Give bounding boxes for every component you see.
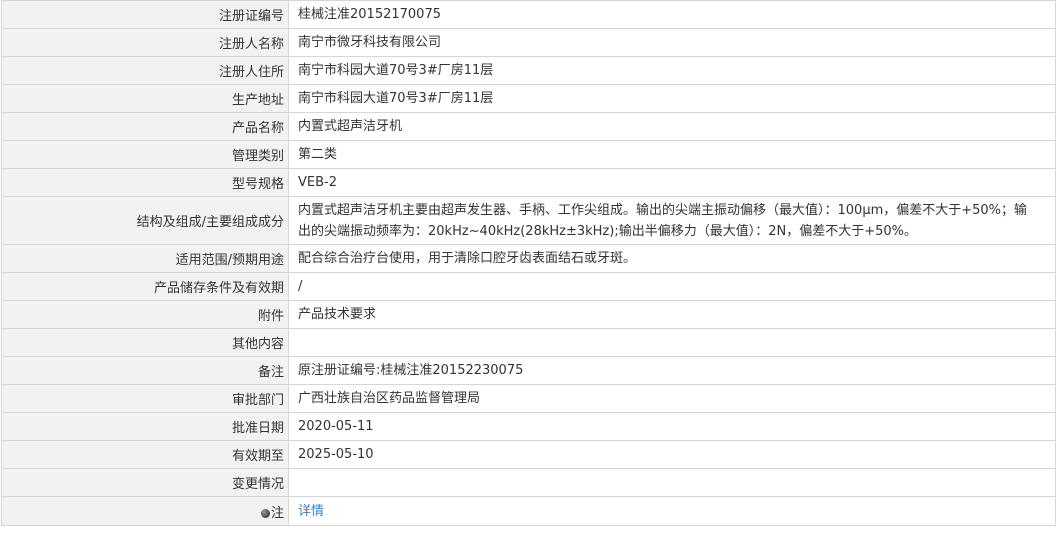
row-other-content: 其他内容	[1, 328, 1056, 357]
row-value: 2020-05-11	[288, 412, 1056, 441]
row-value: 2025-05-10	[288, 440, 1056, 469]
row-attachment: 附件 产品技术要求	[1, 300, 1056, 329]
row-change-status: 变更情况	[1, 468, 1056, 497]
row-label: 型号规格	[1, 168, 289, 197]
row-label: 注册人名称	[1, 28, 289, 57]
row-value: 原注册证编号:桂械注准20152230075	[288, 356, 1056, 385]
row-value	[288, 468, 1056, 497]
row-label: 附件	[1, 300, 289, 329]
row-storage-validity: 产品储存条件及有效期 /	[1, 272, 1056, 301]
row-label: 产品名称	[1, 112, 289, 141]
row-label: 产品储存条件及有效期	[1, 272, 289, 301]
row-label: 生产地址	[1, 84, 289, 113]
row-value-cell: 详情	[288, 496, 1056, 526]
row-value: VEB-2	[288, 168, 1056, 197]
row-structure-composition: 结构及组成/主要组成成分 内置式超声洁牙机主要由超声发生器、手柄、工作尖组成。输…	[1, 196, 1056, 245]
row-approval-department: 审批部门 广西壮族自治区药品监督管理局	[1, 384, 1056, 413]
row-label: 有效期至	[1, 440, 289, 469]
row-label: 审批部门	[1, 384, 289, 413]
row-valid-until: 有效期至 2025-05-10	[1, 440, 1056, 469]
row-value: 配合综合治疗台使用，用于清除口腔牙齿表面结石或牙斑。	[288, 244, 1056, 273]
row-registrant-address: 注册人住所 南宁市科园大道70号3#厂房11层	[1, 56, 1056, 85]
row-label: 管理类别	[1, 140, 289, 169]
row-intended-use: 适用范围/预期用途 配合综合治疗台使用，用于清除口腔牙齿表面结石或牙斑。	[1, 244, 1056, 273]
row-value: 内置式超声洁牙机主要由超声发生器、手柄、工作尖组成。输出的尖端主振动偏移（最大值…	[288, 196, 1056, 245]
row-value	[288, 328, 1056, 357]
row-value: 南宁市微牙科技有限公司	[288, 28, 1056, 57]
details-link[interactable]: 详情	[298, 504, 324, 519]
row-label: 其他内容	[1, 328, 289, 357]
row-registrant-name: 注册人名称 南宁市微牙科技有限公司	[1, 28, 1056, 57]
row-label: 注册人住所	[1, 56, 289, 85]
row-label: 注	[270, 505, 284, 521]
row-label: 备注	[1, 356, 289, 385]
row-product-name: 产品名称 内置式超声洁牙机	[1, 112, 1056, 141]
row-value: /	[288, 272, 1056, 301]
row-value: 南宁市科园大道70号3#厂房11层	[288, 56, 1056, 85]
row-remarks: 备注 原注册证编号:桂械注准20152230075	[1, 356, 1056, 385]
row-management-category: 管理类别 第二类	[1, 140, 1056, 169]
row-label: 注册证编号	[1, 0, 289, 29]
row-value: 第二类	[288, 140, 1056, 169]
row-value: 内置式超声洁牙机	[288, 112, 1056, 141]
map-pin-icon	[260, 508, 270, 518]
row-label-cell: 注	[1, 496, 289, 526]
row-label: 批准日期	[1, 412, 289, 441]
row-value: 南宁市科园大道70号3#厂房11层	[288, 84, 1056, 113]
row-value: 广西壮族自治区药品监督管理局	[288, 384, 1056, 413]
row-label: 适用范围/预期用途	[1, 244, 289, 273]
row-value: 产品技术要求	[288, 300, 1056, 329]
row-note: 注 详情	[1, 496, 1056, 526]
row-model-spec: 型号规格 VEB-2	[1, 168, 1056, 197]
row-value: 桂械注准20152170075	[288, 0, 1056, 29]
row-production-address: 生产地址 南宁市科园大道70号3#厂房11层	[1, 84, 1056, 113]
row-registration-number: 注册证编号 桂械注准20152170075	[1, 0, 1056, 29]
row-label: 变更情况	[1, 468, 289, 497]
row-approval-date: 批准日期 2020-05-11	[1, 412, 1056, 441]
registration-info-table: 注册证编号 桂械注准20152170075 注册人名称 南宁市微牙科技有限公司 …	[1, 0, 1056, 526]
row-label: 结构及组成/主要组成成分	[1, 196, 289, 245]
